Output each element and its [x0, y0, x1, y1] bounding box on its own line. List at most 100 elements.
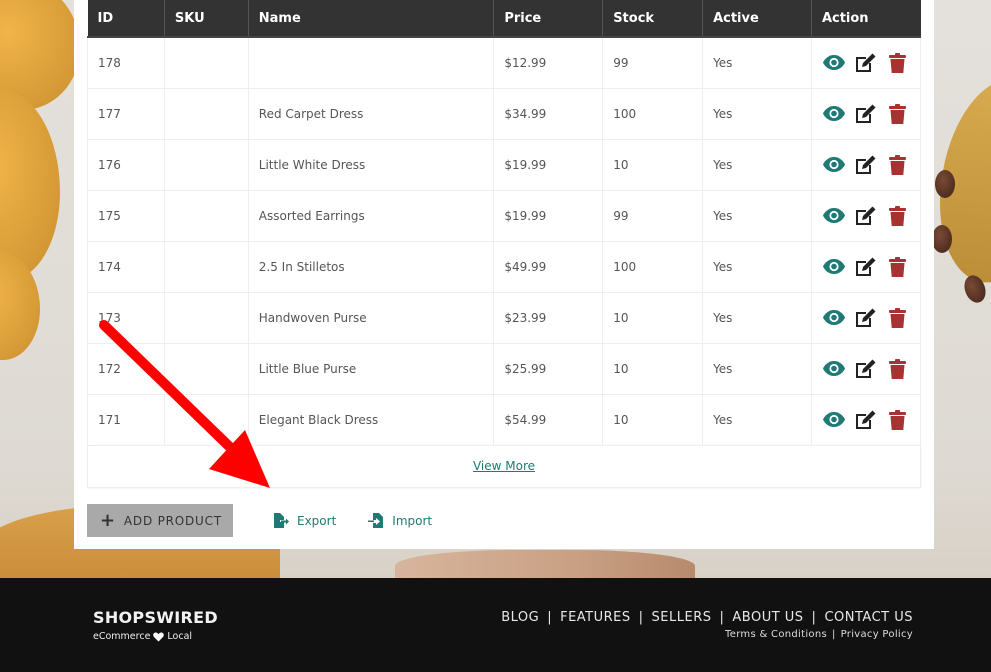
edit-icon[interactable] [854, 51, 878, 75]
products-card: ID SKU Name Price Stock Active Action 17… [74, 0, 934, 549]
edit-icon[interactable] [854, 102, 878, 126]
edit-icon[interactable] [854, 357, 878, 381]
footer-link-blog[interactable]: BLOG [501, 610, 539, 625]
trash-icon[interactable] [886, 408, 910, 432]
cell-active: Yes [702, 36, 812, 89]
view-icon[interactable] [822, 51, 846, 75]
footer-link-about-us[interactable]: ABOUT US [732, 610, 803, 625]
view-icon[interactable] [822, 306, 846, 330]
view-icon[interactable] [822, 204, 846, 228]
add-product-button[interactable]: + ADD PRODUCT [87, 504, 233, 537]
cell-stock: 100 [602, 240, 704, 293]
column-header-stock[interactable]: Stock [602, 0, 704, 38]
cell-id: 171 [87, 393, 165, 446]
footer-link-sellers[interactable]: SELLERS [652, 610, 712, 625]
products-table: ID SKU Name Price Stock Active Action 17… [87, 0, 922, 488]
edit-icon[interactable] [854, 255, 878, 279]
cell-sku [163, 342, 249, 395]
row-actions [822, 204, 910, 228]
cell-sku [163, 291, 249, 344]
table-row: 177 Red Carpet Dress $34.99 100 Yes [87, 87, 922, 140]
table-row: 171 Elegant Black Dress $54.99 10 Yes [87, 393, 922, 446]
cell-stock: 10 [602, 342, 704, 395]
separator: | [831, 629, 836, 640]
cell-actions [810, 189, 922, 242]
column-header-action: Action [811, 0, 921, 38]
cell-active: Yes [702, 342, 812, 395]
cell-active: Yes [702, 87, 812, 140]
column-header-sku[interactable]: SKU [164, 0, 249, 38]
cell-price: $54.99 [493, 393, 604, 446]
cell-id: 178 [87, 36, 165, 89]
edit-icon[interactable] [854, 153, 878, 177]
footer-link-features[interactable]: FEATURES [560, 610, 631, 625]
trash-icon[interactable] [886, 204, 910, 228]
cell-price: $49.99 [493, 240, 604, 293]
footer-link-terms[interactable]: Terms & Conditions [725, 629, 827, 640]
cell-price: $34.99 [493, 87, 604, 140]
view-icon[interactable] [822, 408, 846, 432]
column-header-id[interactable]: ID [87, 0, 165, 38]
view-icon[interactable] [822, 357, 846, 381]
trash-icon[interactable] [886, 51, 910, 75]
export-link[interactable]: Export [273, 513, 336, 528]
cell-actions [810, 393, 922, 446]
footer-main-links: BLOG | FEATURES | SELLERS | ABOUT US | CONTACT U… [501, 610, 913, 625]
cell-active: Yes [702, 189, 812, 242]
table-row: 176 Little White Dress $19.99 10 Yes [87, 138, 922, 191]
edit-icon[interactable] [854, 408, 878, 432]
footer-link-privacy[interactable]: Privacy Policy [841, 629, 913, 640]
cell-stock: 99 [602, 36, 704, 89]
table-row: 175 Assorted Earrings $19.99 99 Yes [87, 189, 922, 242]
import-link[interactable]: Import [368, 513, 432, 528]
table-row: 173 Handwoven Purse $23.99 10 Yes [87, 291, 922, 344]
cell-price: $19.99 [493, 138, 604, 191]
cell-name: Handwoven Purse [247, 291, 495, 344]
column-header-active[interactable]: Active [702, 0, 812, 38]
trash-icon[interactable] [886, 255, 910, 279]
coffee-bean-decoration [932, 225, 952, 253]
row-actions [822, 102, 910, 126]
cell-sku [163, 87, 249, 140]
edit-icon[interactable] [854, 306, 878, 330]
cell-sku [163, 36, 249, 89]
edit-icon[interactable] [854, 204, 878, 228]
row-actions [822, 153, 910, 177]
separator: | [811, 610, 817, 625]
import-label: Import [392, 513, 433, 528]
trash-icon[interactable] [886, 153, 910, 177]
trash-icon[interactable] [886, 357, 910, 381]
cell-id: 176 [87, 138, 165, 191]
view-more-row: View More [87, 444, 921, 488]
product-toolbar: + ADD PRODUCT Export Import [87, 504, 432, 537]
row-actions [822, 255, 910, 279]
cell-actions [810, 138, 922, 191]
view-icon[interactable] [822, 255, 846, 279]
cell-actions [810, 87, 922, 140]
brand-logo-text[interactable]: SHOPSWIRED [93, 608, 218, 627]
cell-actions [810, 342, 922, 395]
heart-icon [153, 632, 165, 641]
table-header-row: ID SKU Name Price Stock Active Action [87, 0, 921, 38]
footer-link-contact-us[interactable]: CONTACT US [824, 610, 913, 625]
trash-icon[interactable] [886, 306, 910, 330]
cell-actions [810, 240, 922, 293]
trash-icon[interactable] [886, 102, 910, 126]
cell-stock: 10 [602, 291, 704, 344]
cell-active: Yes [702, 393, 812, 446]
cell-id: 173 [87, 291, 165, 344]
view-icon[interactable] [822, 102, 846, 126]
separator: | [638, 610, 644, 625]
separator: | [547, 610, 553, 625]
view-more-link[interactable]: View More [473, 459, 535, 473]
export-label: Export [297, 513, 337, 528]
cell-id: 172 [87, 342, 165, 395]
view-more-cell: View More [87, 444, 921, 488]
column-header-name[interactable]: Name [248, 0, 495, 38]
row-actions [822, 51, 910, 75]
cell-sku [163, 189, 249, 242]
column-header-price[interactable]: Price [493, 0, 604, 38]
cell-active: Yes [702, 138, 812, 191]
table-body: 178 $12.99 99 Yes 177 Red Carpet Dress $34.99 1… [87, 36, 922, 488]
view-icon[interactable] [822, 153, 846, 177]
